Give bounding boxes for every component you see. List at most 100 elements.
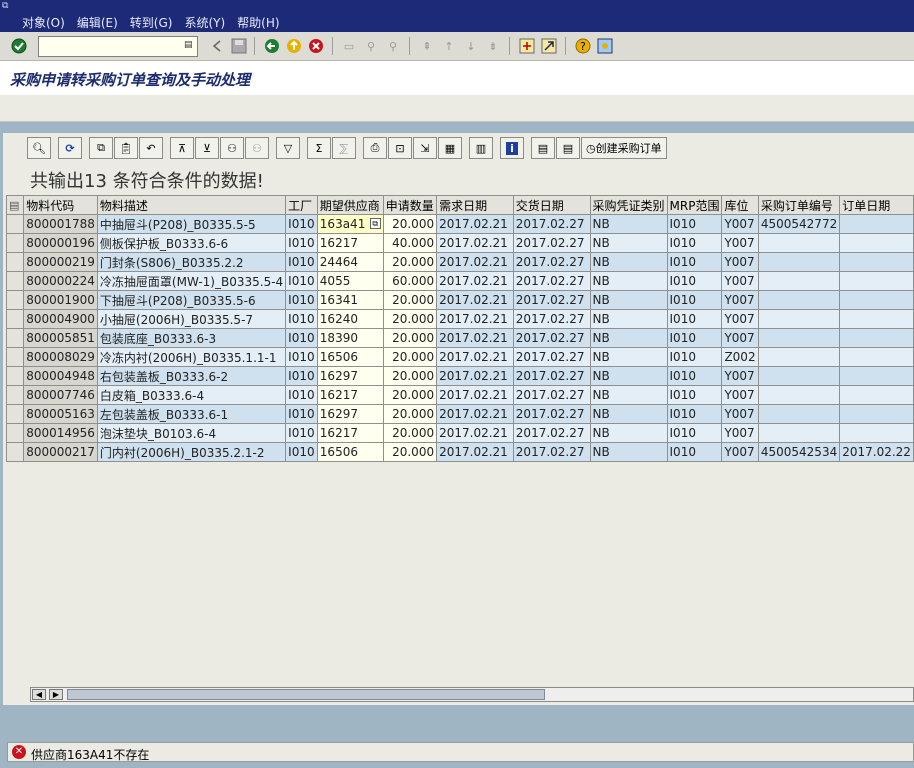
cell-3[interactable]: 18390 xyxy=(316,328,384,348)
cell-3[interactable]: 24464 xyxy=(316,252,384,272)
select-all-cell[interactable]: ▤ xyxy=(5,195,25,215)
print-icon[interactable]: ▭ xyxy=(340,37,358,55)
row-selector[interactable] xyxy=(5,214,25,234)
column-header-7[interactable]: 采购凭证类别 xyxy=(589,195,668,215)
row-selector[interactable] xyxy=(5,366,25,386)
column-header-10[interactable]: 采购订单编号 xyxy=(757,195,841,215)
sum-button[interactable]: Σ xyxy=(307,137,331,159)
cell-4[interactable]: 20.000 xyxy=(382,423,438,443)
cell-4[interactable]: 20.000 xyxy=(382,347,438,367)
row-selector[interactable] xyxy=(5,347,25,367)
scrollbar-thumb[interactable] xyxy=(67,689,545,700)
column-header-1[interactable]: 物料描述 xyxy=(96,195,287,215)
help-icon[interactable]: ? xyxy=(574,37,592,55)
cancel-icon[interactable] xyxy=(307,37,325,55)
filter-button[interactable]: ▽ xyxy=(276,137,300,159)
row-selector[interactable] xyxy=(5,271,25,291)
cell-4[interactable]: 20.000 xyxy=(382,290,438,310)
sort-descending-button[interactable]: ⊻ xyxy=(195,137,219,159)
column-header-2[interactable]: 工厂 xyxy=(285,195,318,215)
status-message[interactable]: 供应商163A41不存在 xyxy=(31,746,149,763)
exit-icon[interactable] xyxy=(285,37,303,55)
find-icon[interactable]: ⚲ xyxy=(362,37,380,55)
cell-4[interactable]: 40.000 xyxy=(382,233,438,253)
row-selector[interactable] xyxy=(5,404,25,424)
column-header-8[interactable]: MRP范围 xyxy=(666,195,723,215)
document-edit-button[interactable]: ▤ xyxy=(556,137,580,159)
cell-4[interactable]: 20.000 xyxy=(382,385,438,405)
row-selector[interactable] xyxy=(5,233,25,253)
history-dropdown-icon[interactable]: ▤ xyxy=(184,40,194,53)
column-header-0[interactable]: 物料代码 xyxy=(23,195,98,215)
undo-button[interactable]: ↶ xyxy=(139,137,163,159)
first-page-icon[interactable]: ⇞ xyxy=(418,37,436,55)
scroll-right-icon[interactable]: ▶ xyxy=(49,689,63,700)
views-button[interactable]: ⊡ xyxy=(388,137,412,159)
command-input[interactable] xyxy=(39,37,179,56)
paste-button[interactable]: 📋︎ xyxy=(114,137,138,159)
cell-4[interactable]: 20.000 xyxy=(382,214,438,234)
cell-4[interactable]: 20.000 xyxy=(382,328,438,348)
subtotal-button[interactable]: ⅀ xyxy=(332,137,356,159)
cell-3[interactable]: 16217 xyxy=(316,385,384,405)
cell-4[interactable]: 60.000 xyxy=(382,271,438,291)
cell-3[interactable]: 16217 xyxy=(316,233,384,253)
create-po-button[interactable]: ◷ 创建采购订单 xyxy=(581,137,667,159)
column-header-6[interactable]: 交货日期 xyxy=(512,195,591,215)
find-next-button[interactable]: ⚇ xyxy=(245,137,269,159)
cell-4[interactable]: 20.000 xyxy=(382,366,438,386)
column-header-11[interactable]: 订单日期 xyxy=(839,195,914,215)
row-selector[interactable] xyxy=(5,252,25,272)
cell-4[interactable]: 20.000 xyxy=(382,252,438,272)
copy-button[interactable]: ⧉ xyxy=(89,137,113,159)
export-button[interactable]: ⇲ xyxy=(413,137,437,159)
enter-icon[interactable] xyxy=(10,37,28,55)
value-help-icon[interactable]: ⧉ xyxy=(369,218,381,229)
cell-3[interactable]: 16297 xyxy=(316,366,384,386)
next-page-icon[interactable]: ↓ xyxy=(462,37,480,55)
command-field[interactable]: ▤ xyxy=(38,36,198,57)
graphic-button[interactable]: ▥ xyxy=(469,137,493,159)
last-page-icon[interactable]: ⇟ xyxy=(484,37,502,55)
find-button[interactable]: ⚇ xyxy=(220,137,244,159)
cell-3[interactable]: 4055 xyxy=(316,271,384,291)
sort-ascending-button[interactable]: ⊼ xyxy=(170,137,194,159)
cell-3[interactable]: 16217 xyxy=(316,423,384,443)
horizontal-scrollbar[interactable]: ◀ ▶ xyxy=(30,687,914,702)
layout-button[interactable]: ▦ xyxy=(438,137,462,159)
cell-4[interactable]: 20.000 xyxy=(382,309,438,329)
back-arrow-icon[interactable] xyxy=(208,37,226,55)
menu-item-2[interactable]: 转到(G) xyxy=(130,14,173,31)
cell-3[interactable]: 16240 xyxy=(316,309,384,329)
menu-item-0[interactable]: 对象(O) xyxy=(22,14,65,31)
find-next-icon[interactable]: ⚲ xyxy=(384,37,402,55)
menu-item-4[interactable]: 帮助(H) xyxy=(237,14,279,31)
row-selector[interactable] xyxy=(5,385,25,405)
cell-3[interactable]: 16341 xyxy=(316,290,384,310)
row-selector[interactable] xyxy=(5,442,25,462)
cell-3[interactable]: 16506 xyxy=(316,442,384,462)
row-selector[interactable] xyxy=(5,309,25,329)
menu-item-1[interactable]: 编辑(E) xyxy=(77,14,118,31)
refresh-button[interactable]: ⟳ xyxy=(58,137,82,159)
layout-menu-icon[interactable] xyxy=(596,37,614,55)
scroll-left-icon[interactable]: ◀ xyxy=(32,689,46,700)
row-selector[interactable] xyxy=(5,423,25,443)
window-menu-icon[interactable]: ⧉ xyxy=(2,1,16,11)
column-header-5[interactable]: 需求日期 xyxy=(436,195,514,215)
info-button[interactable]: i xyxy=(500,137,524,159)
column-header-4[interactable]: 申请数量 xyxy=(382,195,438,215)
cell-3[interactable]: 163a41 ⧉ xyxy=(316,214,384,234)
print-preview-button[interactable]: ⎙ xyxy=(363,137,387,159)
document-button[interactable]: ▤ xyxy=(531,137,555,159)
save-icon[interactable] xyxy=(230,37,248,55)
shortcut-icon[interactable] xyxy=(540,37,558,55)
previous-page-icon[interactable]: ↑ xyxy=(440,37,458,55)
new-session-icon[interactable] xyxy=(518,37,536,55)
column-header-9[interactable]: 库位 xyxy=(721,195,759,215)
menu-item-3[interactable]: 系统(Y) xyxy=(184,14,225,31)
details-button[interactable]: 🔍︎ xyxy=(27,137,51,159)
cell-4[interactable]: 20.000 xyxy=(382,404,438,424)
row-selector[interactable] xyxy=(5,328,25,348)
cell-4[interactable]: 20.000 xyxy=(382,442,438,462)
